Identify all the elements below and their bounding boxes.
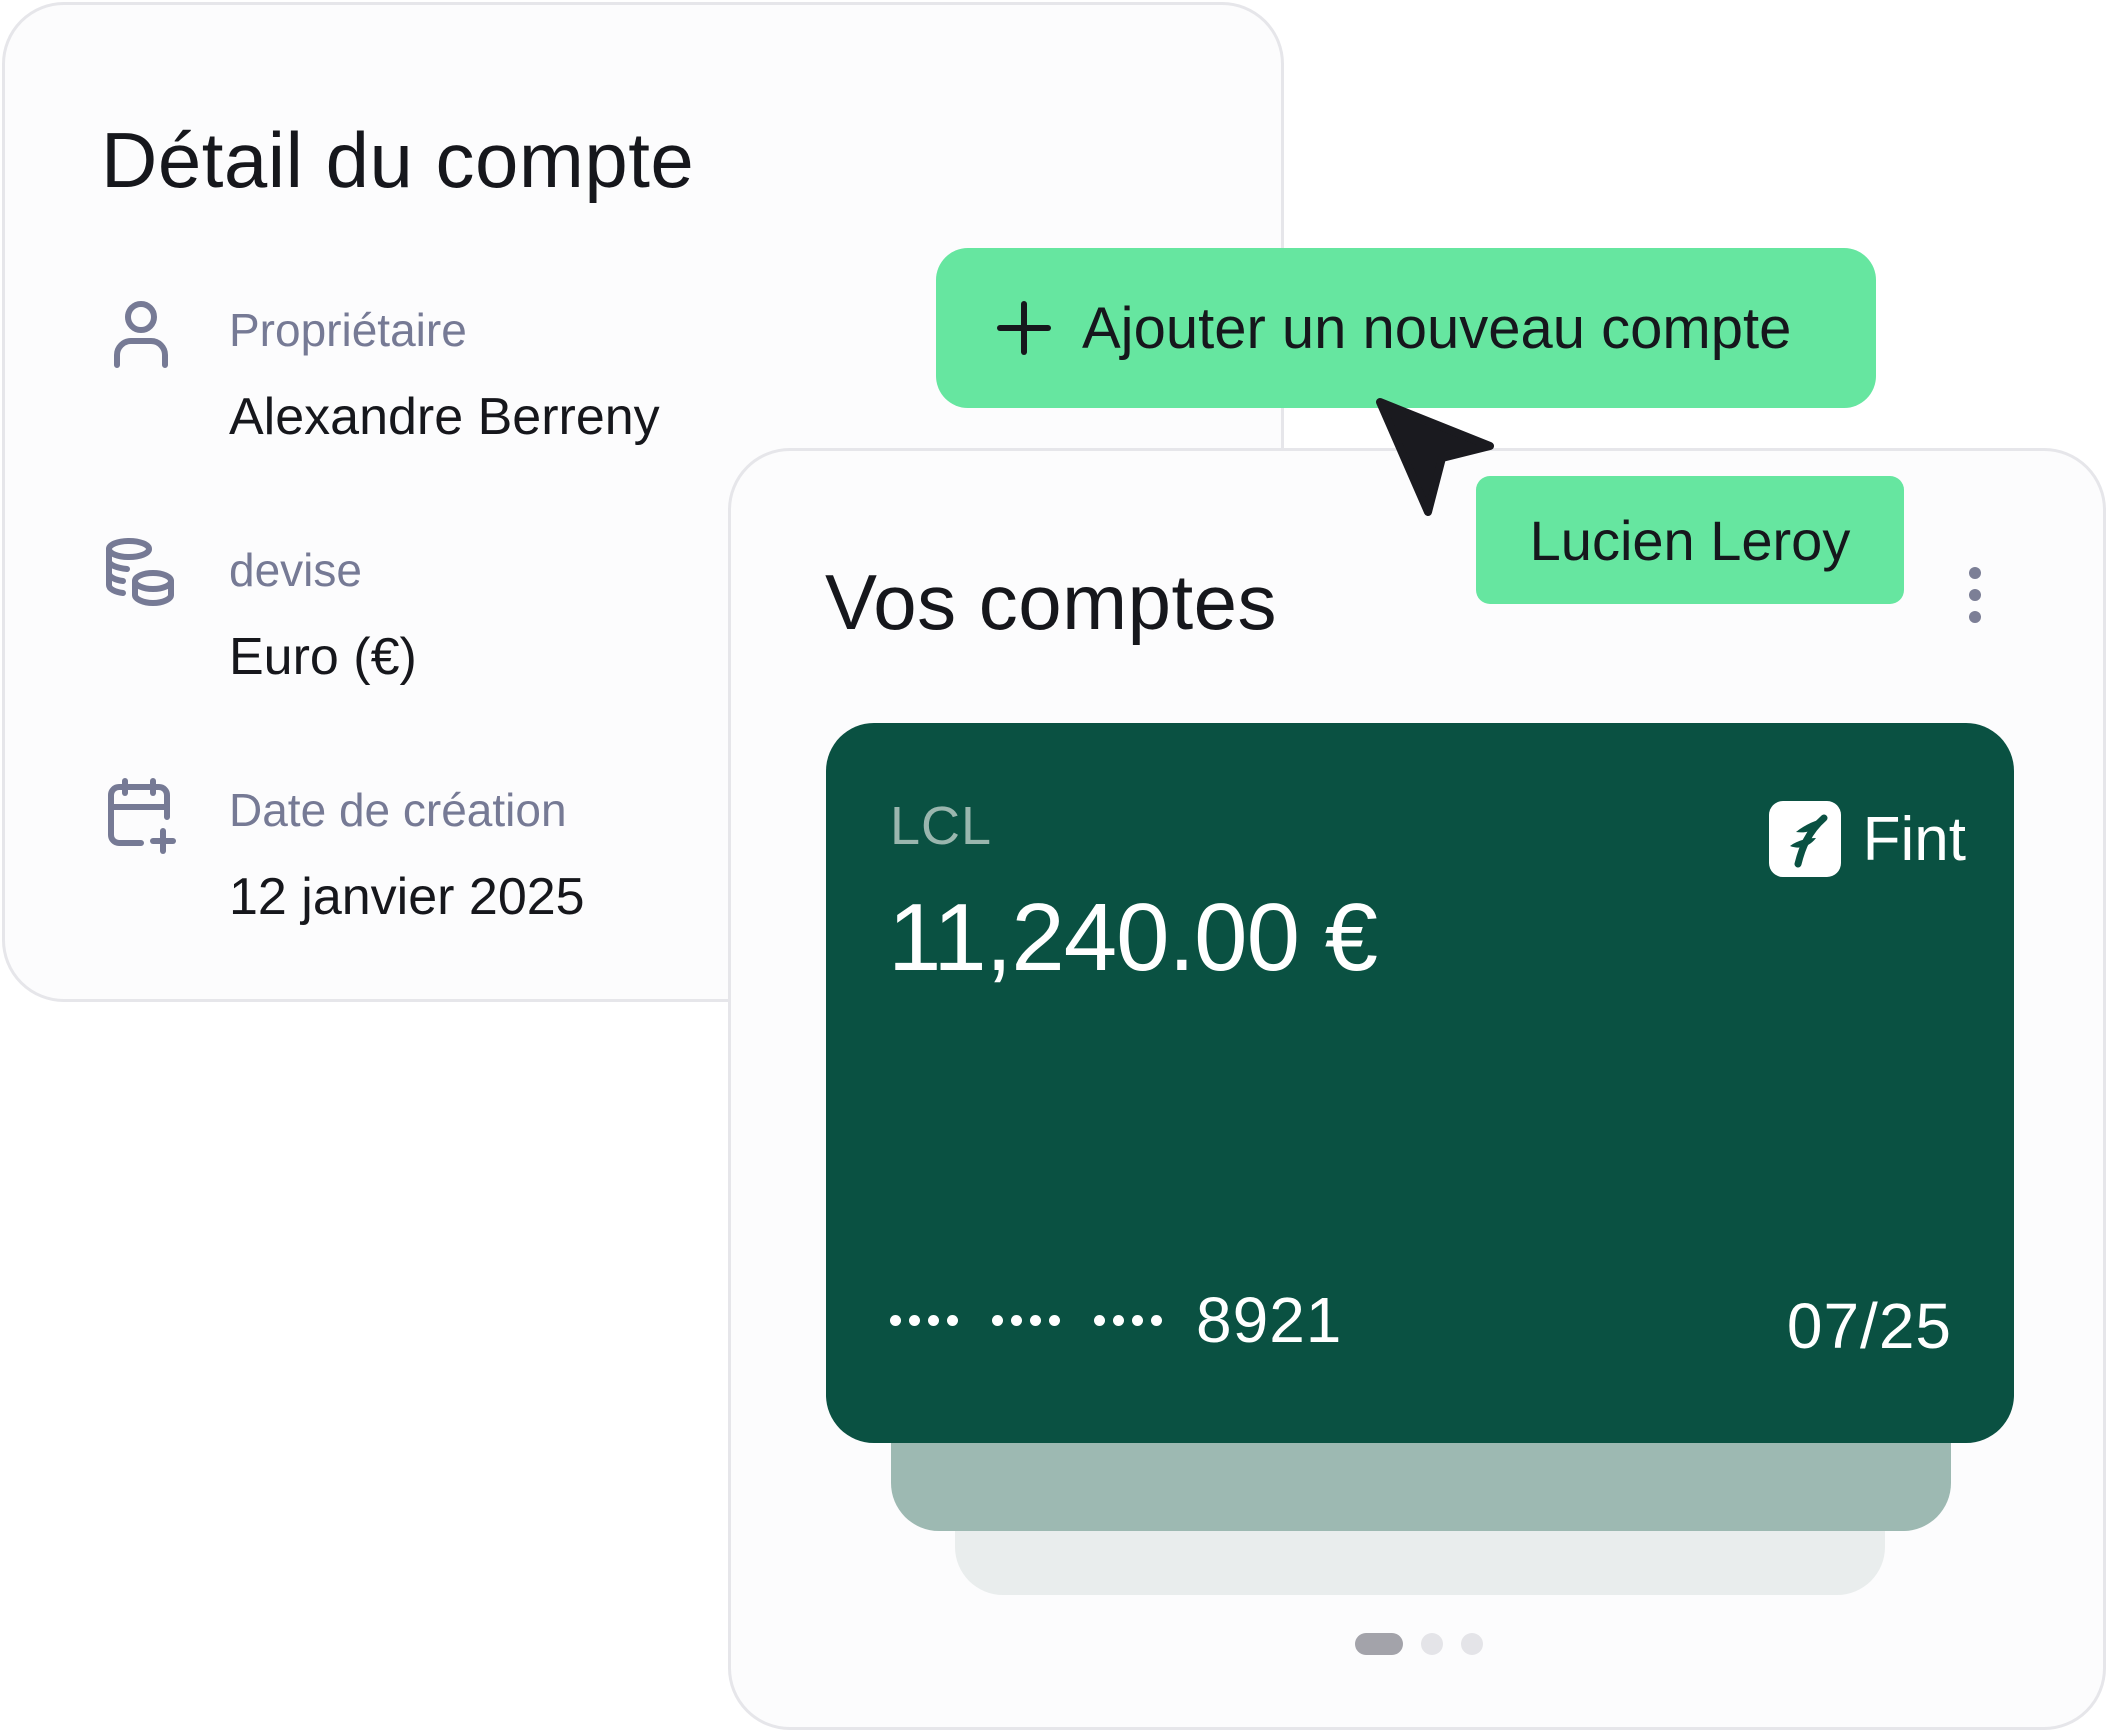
coins-icon [101,535,181,615]
add-account-label: Ajouter un nouveau compte [1082,295,1792,361]
plus-icon [996,300,1052,356]
currency-label: devise [229,544,362,596]
card-pagination [1355,1633,1501,1655]
fint-logo-icon [1768,801,1841,877]
card-last4: 8921 [1196,1284,1343,1356]
pagination-dot-2[interactable] [1421,1633,1443,1655]
collaborator-name: Lucien Leroy [1529,508,1851,572]
owner-value: Alexandre Berreny [229,388,660,446]
creation-date-row: Date de création 12 janvier 2025 [101,775,801,955]
accounts-title: Vos comptes [825,558,1278,646]
card-brand: Fint [1768,801,1966,877]
owner-label: Propriétaire [229,304,467,356]
masked-digits [890,1314,1162,1326]
calendar-plus-icon [101,775,181,855]
creation-date-value: 12 janvier 2025 [229,868,585,926]
card-number: 8921 [890,1283,1342,1357]
currency-row: devise Euro (€) [101,535,801,715]
bank-name: LCL [890,796,993,856]
detail-title: Détail du compte [101,116,695,204]
creation-date-label: Date de création [229,784,567,836]
owner-row: Propriétaire Alexandre Berreny [101,295,801,475]
pagination-dot-1[interactable] [1355,1633,1403,1655]
collaborator-tag: Lucien Leroy [1476,476,1904,604]
card-balance: 11,240.00 € [888,884,1378,991]
brand-name: Fint [1862,804,1966,874]
currency-value: Euro (€) [229,628,417,686]
user-icon [101,295,181,375]
accounts-card: Vos comptes LCL 11,240.00 € Fint 8921 07… [728,448,2106,1730]
pagination-dot-3[interactable] [1461,1633,1483,1655]
add-account-button[interactable]: Ajouter un nouveau compte [936,248,1876,408]
card-expiry: 07/25 [1786,1290,1952,1362]
more-vertical-icon[interactable] [1955,567,1995,637]
bank-card[interactable]: LCL 11,240.00 € Fint 8921 07/25 [826,723,2014,1443]
